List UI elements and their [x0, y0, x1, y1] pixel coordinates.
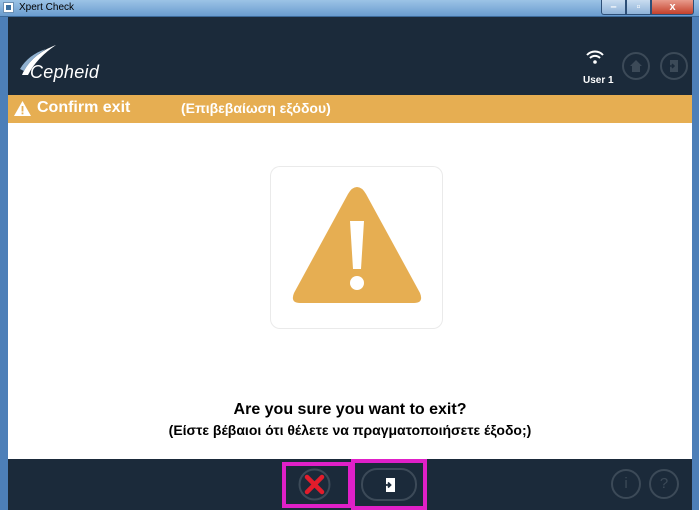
title-bar: Xpert Check – ▫ x: [0, 0, 699, 17]
banner-title: Confirm exit: [37, 99, 131, 116]
exit-icon: [382, 478, 395, 492]
banner-subtitle: (Επιβεβαίωση εξόδου): [181, 100, 331, 116]
help-icon: ?: [659, 475, 669, 492]
exit-button[interactable]: [361, 468, 417, 501]
app-surface: Cepheid User 1 Confirm exit (Επιβεβαίωση…: [8, 17, 692, 510]
warning-icon: [292, 187, 422, 303]
close-button[interactable]: x: [651, 0, 694, 15]
minimize-icon: –: [610, 1, 617, 13]
app-icon: [3, 2, 14, 13]
warning-icon: [14, 101, 31, 116]
info-icon: i: [624, 475, 628, 492]
cancel-icon: [298, 468, 331, 501]
window-title: Xpert Check: [19, 2, 75, 13]
home-icon: [630, 60, 642, 72]
cancel-button[interactable]: [298, 468, 331, 501]
maximize-button[interactable]: ▫: [626, 0, 651, 15]
info-button[interactable]: i: [611, 469, 641, 499]
confirm-banner: Confirm exit (Επιβεβαίωση εξόδου): [8, 95, 692, 123]
exit-icon: [668, 60, 678, 72]
header-exit-button[interactable]: [660, 52, 688, 80]
user-label: User 1: [583, 75, 614, 86]
minimize-button[interactable]: –: [601, 0, 626, 15]
confirm-question-greek: (Είστε βέβαιοι ότι θέλετε να πραγματοποι…: [168, 422, 532, 438]
home-button[interactable]: [622, 52, 650, 80]
app-footer: i ?: [8, 459, 692, 510]
wifi-icon: [586, 50, 604, 64]
maximize-icon: ▫: [636, 1, 641, 13]
close-icon: x: [669, 1, 676, 13]
window-frame: Xpert Check – ▫ x Cepheid User 1 Confirm…: [0, 0, 699, 510]
warning-card: [271, 167, 442, 328]
window-controls: – ▫ x: [601, 0, 694, 15]
confirm-question: Are you sure you want to exit?: [233, 401, 467, 418]
help-button[interactable]: ?: [649, 469, 679, 499]
logo-text: Cepheid: [30, 62, 100, 82]
app-header: Cepheid User 1: [8, 17, 692, 95]
